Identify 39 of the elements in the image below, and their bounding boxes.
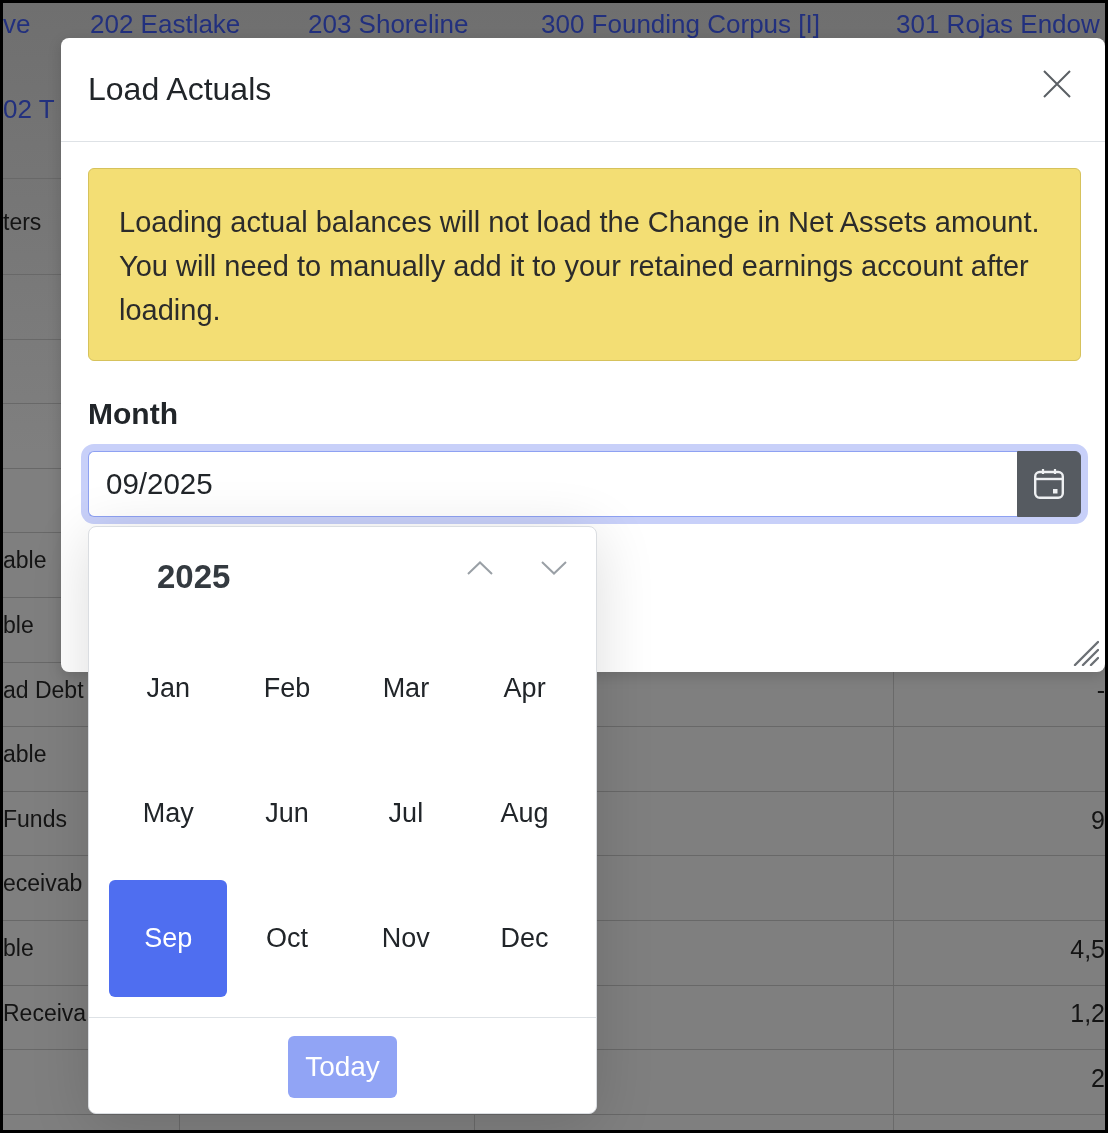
month-option[interactable]: Sep <box>109 880 228 997</box>
month-option[interactable]: Mar <box>346 630 465 747</box>
resize-handle-icon[interactable] <box>1073 640 1099 666</box>
field-label: Month <box>88 396 179 432</box>
row-label: ble <box>3 934 34 963</box>
close-button[interactable] <box>1043 70 1071 98</box>
row-label: able <box>3 547 47 575</box>
month-option[interactable]: Jan <box>109 630 228 747</box>
row-label: Funds <box>3 805 67 834</box>
month-option[interactable]: Nov <box>346 880 465 997</box>
chevron-down-icon <box>541 561 567 575</box>
month-option[interactable]: Jun <box>228 755 347 872</box>
row-label: ters <box>3 208 42 237</box>
month-option[interactable]: Feb <box>228 630 347 747</box>
row-value: 2 <box>1091 1062 1105 1093</box>
month-input[interactable]: 09/2025 <box>88 451 1017 517</box>
previous-year-button[interactable] <box>467 561 493 575</box>
row-value: 1,2 <box>1070 998 1105 1029</box>
month-option[interactable]: Jul <box>346 755 465 872</box>
row-label: ble <box>3 611 34 640</box>
close-icon <box>1043 70 1071 98</box>
dialog-title: Load Actuals <box>88 70 272 109</box>
month-option[interactable]: May <box>109 755 228 872</box>
next-year-button[interactable] <box>541 561 567 575</box>
calendar-icon <box>1033 468 1065 500</box>
month-option[interactable]: Aug <box>465 755 584 872</box>
month-option[interactable]: Dec <box>465 880 584 997</box>
chevron-up-icon <box>467 561 493 575</box>
month-option[interactable]: Oct <box>228 880 347 997</box>
row-value: 9 <box>1091 804 1105 835</box>
row-label: able <box>3 741 47 769</box>
row-label: Receiva <box>3 999 87 1028</box>
row-label: ad Debt <box>3 676 84 705</box>
row-value: - <box>1096 675 1105 706</box>
warning-alert: Loading actual balances will not load the Change in Net Assets amount. You will need to manually add it to your retained earnings account after loading. <box>88 168 1081 361</box>
row-value: 4,5 <box>1070 933 1105 964</box>
year-label: 2025 <box>157 556 231 597</box>
month-option[interactable]: Apr <box>465 630 584 747</box>
row-label: eceivab <box>3 870 83 898</box>
